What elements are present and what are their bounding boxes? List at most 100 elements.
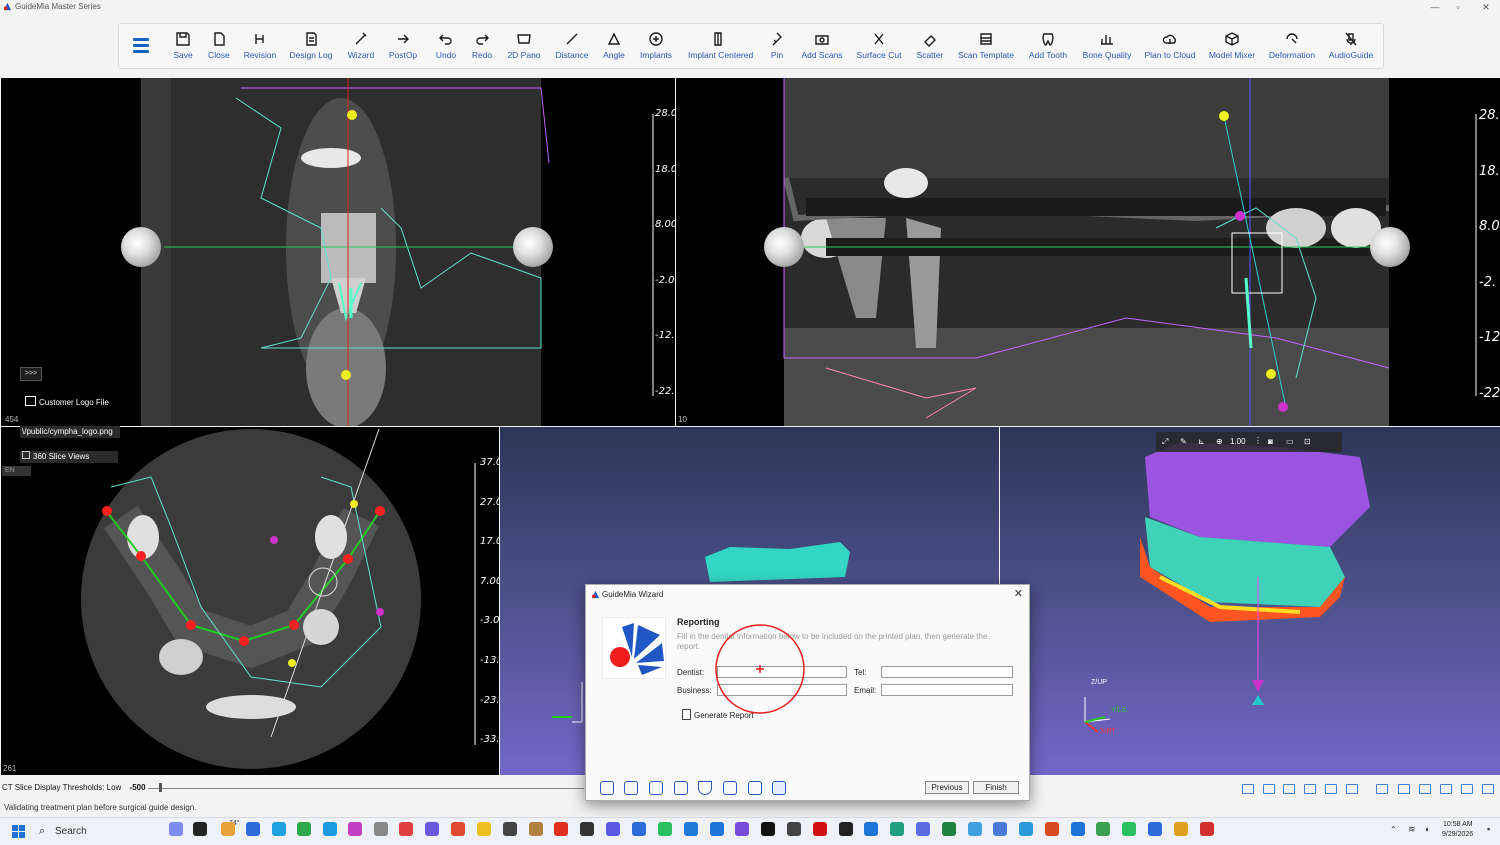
finish-button[interactable]: Finish xyxy=(973,781,1019,794)
bone-quality-button[interactable]: Bone Quality xyxy=(1077,31,1137,60)
taskbar-app-icon[interactable] xyxy=(374,822,388,836)
panoramic-view[interactable]: 28. 18. 8.0 -2. -12 -22 10 xyxy=(676,78,1500,426)
taskbar-app-icon[interactable] xyxy=(580,822,594,836)
taskbar-app-icon[interactable] xyxy=(1019,822,1033,836)
taskbar-app-icon[interactable] xyxy=(1096,822,1110,836)
previous-button[interactable]: Previous xyxy=(925,781,969,794)
implants-button[interactable]: Implants xyxy=(626,31,686,60)
taskbar-search[interactable]: ⌕ Search xyxy=(33,823,158,840)
taskbar-app-icon[interactable] xyxy=(477,822,491,836)
taskbar-app-icon[interactable] xyxy=(221,822,235,836)
zoom-stepper-icon[interactable]: ⋮ xyxy=(1254,436,1262,445)
taskbar-app-icon[interactable] xyxy=(1122,822,1136,836)
taskbar-app-icon[interactable] xyxy=(503,822,517,836)
view-layout-icon[interactable] xyxy=(1440,784,1452,794)
taskbar-app-icon[interactable] xyxy=(632,822,646,836)
view-layout-icon[interactable] xyxy=(1304,784,1316,794)
taskbar-app-icon[interactable] xyxy=(1200,822,1214,836)
threshold-slider-thumb[interactable] xyxy=(159,783,162,792)
taskbar-app-icon[interactable] xyxy=(890,822,904,836)
deformation-button[interactable]: Deformation xyxy=(1262,31,1322,60)
view-layout-icon[interactable] xyxy=(1346,784,1358,794)
taskbar-app-icon[interactable] xyxy=(1174,822,1188,836)
taskbar-app-icon[interactable] xyxy=(246,822,260,836)
wifi-icon[interactable]: ≋ xyxy=(1408,824,1416,835)
taskbar-app-icon[interactable] xyxy=(839,822,853,836)
taskbar-app-icon[interactable] xyxy=(735,822,749,836)
taskbar-app-icon[interactable] xyxy=(554,822,568,836)
notification-icon[interactable]: ▪ xyxy=(1487,824,1490,834)
3d-view-scene[interactable]: Z/UP Y/LG X/RT xyxy=(1000,427,1500,775)
view-handle-right[interactable] xyxy=(513,227,553,267)
measure-icon[interactable]: ⊾ xyxy=(1198,437,1205,446)
taskbar-app-icon[interactable] xyxy=(710,822,724,836)
volume-icon[interactable]: ◖ xyxy=(1424,824,1429,834)
view-layout-icon[interactable] xyxy=(1263,784,1275,794)
arch-icon[interactable] xyxy=(698,781,712,795)
menu-icon[interactable] xyxy=(133,38,149,53)
plus-circle-icon[interactable] xyxy=(723,781,737,795)
view-layout-icon[interactable] xyxy=(1419,784,1431,794)
pano-handle-right[interactable] xyxy=(1370,227,1410,267)
taskbar-app-icon[interactable] xyxy=(968,822,982,836)
view-layout-icon[interactable] xyxy=(1482,784,1494,794)
taskbar-app-icon[interactable] xyxy=(1045,822,1059,836)
tel-field[interactable] xyxy=(881,666,1013,678)
view-layout-icon[interactable] xyxy=(1242,784,1254,794)
audioguide-button[interactable]: AudioGuide xyxy=(1321,31,1381,60)
taskbar-app-icon[interactable] xyxy=(323,822,337,836)
windows-start-icon[interactable] xyxy=(12,825,26,839)
video-icon[interactable]: ▭ xyxy=(1286,437,1294,446)
view-layout-icon[interactable] xyxy=(1325,784,1337,794)
taskbar-app-icon[interactable] xyxy=(1071,822,1085,836)
taskbar-app-icon[interactable] xyxy=(787,822,801,836)
report-icon[interactable] xyxy=(772,781,786,795)
path-icon[interactable] xyxy=(674,781,688,795)
zoom-icon[interactable]: ⊕ xyxy=(1216,437,1223,446)
view-layout-icon[interactable] xyxy=(1376,784,1388,794)
taskbar-app-icon[interactable] xyxy=(297,822,311,836)
customer-logo-button[interactable]: Customer Logo File xyxy=(25,396,109,407)
taskbar-app-icon[interactable] xyxy=(761,822,775,836)
fit-view-icon[interactable]: ⊡ xyxy=(1304,437,1311,446)
maximize-button[interactable]: ▫ xyxy=(1444,0,1472,14)
pen-icon[interactable]: ✎ xyxy=(1180,437,1187,446)
email-field[interactable] xyxy=(881,684,1013,696)
scan-template-button[interactable]: Scan Template xyxy=(956,31,1016,60)
taskbar-app-icon[interactable] xyxy=(451,822,465,836)
dialog-close-icon[interactable]: ✕ xyxy=(1014,587,1023,600)
refresh-icon[interactable] xyxy=(748,781,762,795)
logo-path-field[interactable]: \/public/cympha_logo.png xyxy=(20,426,120,438)
taskbar-app-icon[interactable] xyxy=(1148,822,1162,836)
taskbar-app-icon[interactable] xyxy=(813,822,827,836)
clipboard-icon[interactable] xyxy=(600,781,614,795)
view-layout-icon[interactable] xyxy=(1461,784,1473,794)
threshold-slider[interactable] xyxy=(148,788,584,789)
chevron-up-icon[interactable]: ⌃ xyxy=(1390,825,1397,834)
zoom-value[interactable]: 1.00 xyxy=(1230,437,1246,446)
tooth-icon[interactable] xyxy=(624,781,638,795)
implant-centered-button[interactable]: Implant Centered xyxy=(688,31,753,60)
plan-to-cloud-button[interactable]: Plan to Cloud xyxy=(1140,31,1200,60)
pano-handle-left[interactable] xyxy=(764,227,804,267)
model-mixer-button[interactable]: Model Mixer xyxy=(1202,31,1262,60)
taskbar-app-icon[interactable] xyxy=(864,822,878,836)
taskbar-app-icon[interactable] xyxy=(684,822,698,836)
taskbar-app-icon[interactable] xyxy=(399,822,413,836)
taskbar-app-icon[interactable] xyxy=(993,822,1007,836)
taskbar-app-icon[interactable] xyxy=(658,822,672,836)
taskbar-app-icon[interactable] xyxy=(348,822,362,836)
taskbar-app-icon[interactable] xyxy=(169,822,183,836)
slice-views-checkbox[interactable]: 360 Slice Views xyxy=(20,451,118,463)
taskbar-app-icon[interactable] xyxy=(942,822,956,836)
window-close-button[interactable]: ✕ xyxy=(1472,0,1500,14)
add-scans-button[interactable]: Add Scans xyxy=(792,31,852,60)
view-layout-icon[interactable] xyxy=(1283,784,1295,794)
taskbar-app-icon[interactable] xyxy=(272,822,286,836)
expand-panel-button[interactable]: >>> xyxy=(20,367,42,381)
view-layout-icon[interactable] xyxy=(1398,784,1410,794)
camera-icon[interactable]: ◙ xyxy=(1268,437,1273,446)
view-handle-left[interactable] xyxy=(121,227,161,267)
taskbar-app-icon[interactable] xyxy=(425,822,439,836)
rotate-icon[interactable] xyxy=(649,781,663,795)
